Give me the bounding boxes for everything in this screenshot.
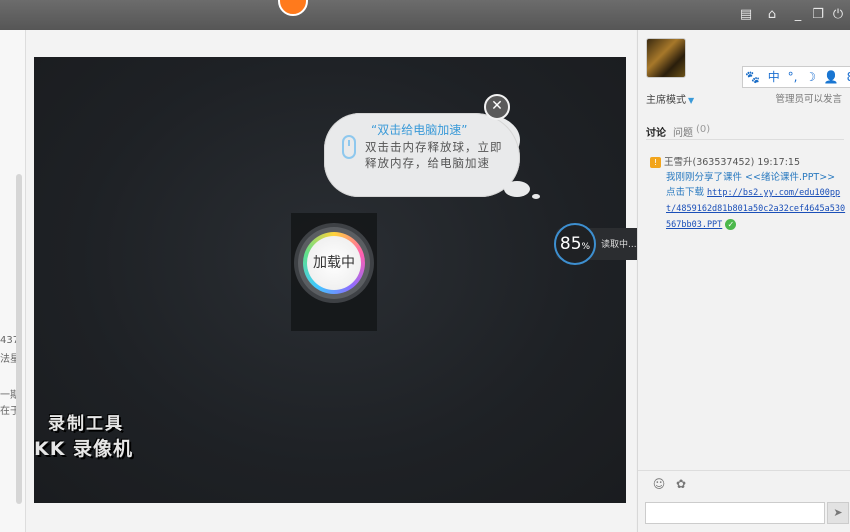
loading-label: 加载中: [307, 236, 361, 290]
message-header: ! 王雪升(363537452) 19:17:15: [650, 155, 800, 170]
document-icon[interactable]: ▤: [738, 7, 754, 23]
bubble-title: “双击给电脑加速”: [371, 123, 468, 137]
user-icon[interactable]: 👤: [824, 70, 839, 84]
tab-question[interactable]: 问题: [673, 124, 693, 139]
video-area: “双击给电脑加速” 双击击内存释放球，立即释放内存，给电脑加速 ✕ 加载中 85…: [26, 30, 660, 532]
progress-badge: 85% 读取中...: [554, 223, 646, 265]
bubble-tail: [532, 194, 540, 199]
title-bar: ▤ ⌂ _ ❐ ⏻: [0, 0, 850, 30]
progress-unit: %: [581, 242, 591, 252]
ime-toolbar[interactable]: 🐾 中 °, ☽ 👤 8: [742, 66, 850, 88]
mouse-icon: [342, 135, 356, 159]
watermark-line2: KK 录像机: [34, 438, 134, 460]
bubble-tail: [504, 181, 530, 197]
progress-circle: 85%: [554, 223, 596, 265]
ime-moon-icon[interactable]: ☽: [805, 70, 816, 84]
left-panel: 437 法星 一期 在于: [0, 30, 26, 532]
question-count: (0): [696, 124, 711, 135]
app-logo: [278, 0, 308, 16]
admin-badge-icon: !: [650, 157, 661, 168]
message-content: 我刚刚分享了课件 <<绪论课件.PPT>> 点击下载 http://bs2.yy…: [666, 170, 846, 233]
flower-icon[interactable]: ✿: [674, 477, 688, 491]
checkmark-icon: ✓: [725, 219, 737, 230]
left-scrollbar[interactable]: [16, 174, 22, 504]
avatar[interactable]: [646, 38, 686, 78]
chevron-down-icon: ▼: [688, 96, 695, 105]
ime-punctuation[interactable]: °,: [788, 70, 798, 84]
power-icon[interactable]: ⏻: [830, 7, 846, 23]
ime-skin[interactable]: 8: [847, 70, 850, 84]
loading-spinner: 加载中: [298, 227, 370, 299]
mode-label: 主席模式: [646, 95, 686, 106]
watermark-line1: 录制工具: [48, 414, 124, 434]
restore-icon[interactable]: ❐: [810, 7, 826, 23]
send-button[interactable]: ➤: [827, 502, 849, 524]
mode-dropdown[interactable]: 主席模式 ▼: [646, 91, 694, 106]
video-stage: “双击给电脑加速” 双击击内存释放球，立即释放内存，给电脑加速 ✕ 加载中 85…: [34, 57, 646, 503]
progress-value: 85: [559, 234, 582, 254]
chat-panel: 🐾 中 °, ☽ 👤 8 主席模式▼ 管理员可以发言 讨论 问题 (0) !王雪…: [637, 30, 850, 532]
tab-discuss[interactable]: 讨论: [646, 124, 666, 139]
chat-tabs: 讨论 问题 (0): [646, 124, 844, 140]
home-icon[interactable]: ⌂: [764, 7, 780, 23]
input-toolbar: ☺ ✿: [638, 470, 850, 494]
speed-up-bubble[interactable]: “双击给电脑加速” 双击击内存释放球，立即释放内存，给电脑加速: [324, 113, 520, 197]
paw-icon[interactable]: 🐾: [745, 70, 760, 84]
close-button[interactable]: ✕: [484, 94, 510, 120]
message-sender: 王雪升(363537452) 19:17:15: [664, 157, 800, 168]
progress-status: 读取中...: [601, 240, 637, 250]
bubble-body: 双击击内存释放球，立即释放内存，给电脑加速: [365, 140, 503, 170]
chat-input[interactable]: [645, 502, 825, 524]
minimize-icon[interactable]: _: [790, 7, 806, 23]
watermark: 录制工具 KK 录像机: [34, 409, 144, 461]
emoji-icon[interactable]: ☺: [652, 477, 666, 491]
admin-hint: 管理员可以发言: [775, 94, 842, 105]
ime-chinese[interactable]: 中: [768, 70, 780, 84]
